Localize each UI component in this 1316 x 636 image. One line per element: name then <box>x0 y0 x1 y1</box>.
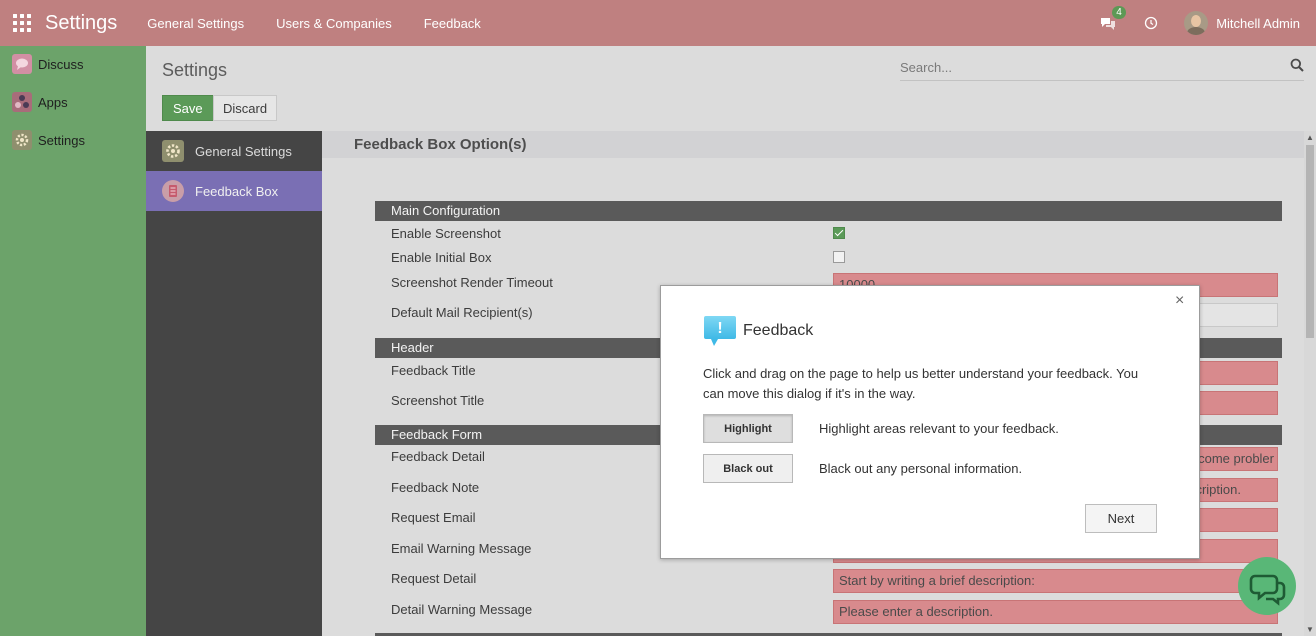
control-panel: Settings Save Discard <box>146 46 1316 131</box>
app-brand: Settings <box>45 11 118 34</box>
discard-button[interactable]: Discard <box>213 95 278 121</box>
page-title: Settings <box>162 60 228 80</box>
sidebar-item-label: Settings <box>38 132 85 148</box>
user-avatar[interactable] <box>1184 11 1209 35</box>
chat-bubbles-icon <box>1101 18 1116 30</box>
sidebar-item-label: Apps <box>38 94 68 110</box>
scroll-thumb[interactable] <box>1306 145 1314 338</box>
settings-icon <box>12 130 32 150</box>
search-input[interactable] <box>900 55 1270 79</box>
black-out-description: Black out any personal information. <box>819 461 1023 476</box>
tab-label: General Settings <box>195 143 292 159</box>
app-settings-title: Feedback Box Option(s) <box>354 136 527 153</box>
svg-text:!: ! <box>717 320 722 337</box>
tab-feedback-box[interactable]: Feedback Box <box>146 171 322 211</box>
apps-icon <box>12 92 32 112</box>
scroll-down-arrow-icon[interactable]: ▼ <box>1306 625 1314 634</box>
app-settings-header: Feedback Box Option(s) <box>322 131 1306 158</box>
vertical-scrollbar[interactable]: ▲ ▼ <box>1304 131 1316 636</box>
label-enable-initial-box: Enable Initial Box <box>391 250 492 265</box>
sidebar-item-settings[interactable]: Settings <box>0 121 146 159</box>
general-settings-icon <box>162 140 184 162</box>
search-icon[interactable] <box>1290 58 1304 72</box>
systray: 4 Mitchell Admin <box>1100 6 1300 35</box>
close-icon[interactable]: × <box>1175 293 1184 309</box>
label-mail-recipients: Default Mail Recipient(s) <box>391 305 533 320</box>
highlight-button[interactable]: Highlight <box>703 414 793 443</box>
label-feedback-note: Feedback Note <box>391 480 480 495</box>
label-feedback-detail: Feedback Detail <box>391 449 485 464</box>
section-main-configuration: Main Configuration <box>375 201 1282 221</box>
enable-screenshot-checkbox[interactable] <box>833 227 845 239</box>
settings-app-nav: General Settings Feedback Box <box>146 131 322 636</box>
top-menu: General Settings Users & Companies Feedb… <box>147 16 513 31</box>
highlight-description: Highlight areas relevant to your feedbac… <box>819 421 1059 436</box>
sidebar-item-apps[interactable]: Apps <box>0 83 146 121</box>
feedback-dialog[interactable]: × ! Feedback Click and drag on the page … <box>660 285 1200 559</box>
scroll-up-arrow-icon[interactable]: ▲ <box>1306 133 1314 142</box>
menu-feedback[interactable]: Feedback <box>424 16 481 31</box>
dialog-instructions: Click and drag on the page to help us be… <box>703 366 1139 401</box>
feedback-exclamation-icon: ! <box>704 316 736 346</box>
label-feedback-title: Feedback Title <box>391 363 476 378</box>
detail-warning-field[interactable]: Please enter a description. <box>833 600 1278 624</box>
top-navbar: Settings General Settings Users & Compan… <box>0 0 1316 46</box>
tab-general-settings[interactable]: General Settings <box>146 131 322 171</box>
label-email-warning: Email Warning Message <box>391 541 532 556</box>
next-button[interactable]: Next <box>1085 504 1157 533</box>
apps-menu-icon[interactable] <box>13 14 31 32</box>
request-detail-field[interactable]: Start by writing a brief description: <box>833 569 1278 593</box>
app-sidebar: Discuss Apps Settings <box>0 46 146 636</box>
tab-label: Feedback Box <box>195 183 279 199</box>
discuss-icon <box>12 54 32 74</box>
menu-general-settings[interactable]: General Settings <box>147 16 244 31</box>
label-detail-warning: Detail Warning Message <box>391 602 533 617</box>
dialog-title: Feedback <box>743 322 814 339</box>
label-screenshot-title: Screenshot Title <box>391 393 485 408</box>
label-render-timeout: Screenshot Render Timeout <box>391 275 553 290</box>
label-request-email: Request Email <box>391 510 476 525</box>
enable-initial-box-checkbox[interactable] <box>833 251 845 263</box>
sidebar-item-label: Discuss <box>38 56 84 72</box>
chat-count-badge: 4 <box>1112 6 1126 19</box>
feedback-box-icon <box>162 180 184 202</box>
label-enable-screenshot: Enable Screenshot <box>391 226 501 241</box>
activity-clock-icon[interactable] <box>1144 16 1158 30</box>
messaging-menu[interactable]: 4 <box>1100 6 1126 32</box>
sidebar-item-discuss[interactable]: Discuss <box>0 45 146 83</box>
menu-users-companies[interactable]: Users & Companies <box>276 16 392 31</box>
search-bar <box>900 55 1304 81</box>
chat-bubbles-icon <box>1249 574 1286 606</box>
user-menu-name[interactable]: Mitchell Admin <box>1216 16 1300 31</box>
black-out-button[interactable]: Black out <box>703 454 793 483</box>
livechat-button[interactable] <box>1238 557 1296 615</box>
label-request-detail: Request Detail <box>391 571 477 586</box>
save-button[interactable]: Save <box>162 95 214 121</box>
